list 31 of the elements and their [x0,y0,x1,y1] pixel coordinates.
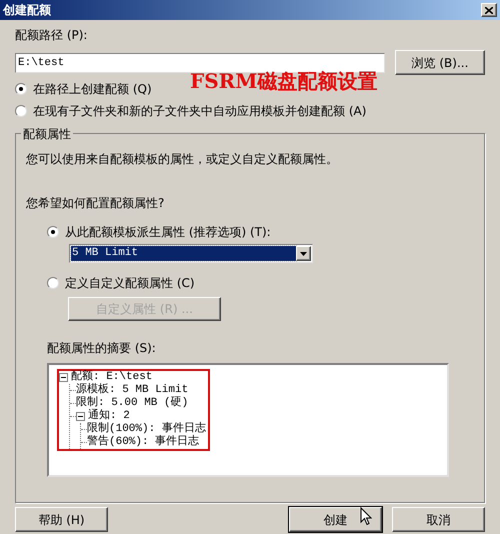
window-title: 创建配额 [3,2,51,19]
close-button[interactable] [481,3,497,17]
collapse-icon[interactable] [76,412,85,421]
tree-item: 源模板: 5 MB Limit [76,382,188,396]
radio-label[interactable]: 定义自定义配额属性 (C) [65,274,195,292]
summary-label: 配额属性的摘要 (S): [47,340,157,357]
radio-label[interactable]: 在路径上创建配额 (Q) [33,80,152,98]
dialog-button[interactable]: 帮助 (H) [15,507,108,532]
radio-button[interactable] [15,105,27,117]
question-text: 您希望如何配置配额属性? [26,195,166,212]
browse-button[interactable]: 浏览 (B)... [395,50,485,75]
tree-item: 通知: 2 [88,408,130,422]
radio-label[interactable]: 在现有子文件夹和新的子文件夹中自动应用模板并创建配额 (A) [33,102,366,120]
radio-label[interactable]: 从此配额模板派生属性 (推荐选项) (T): [65,223,271,241]
tree-item: 警告(60%): 事件日志 [87,434,200,450]
mouse-cursor-icon [360,507,372,526]
dialog-button[interactable]: 创建 [289,507,382,532]
path-label: 配额路径 (P): [15,27,88,44]
template-dropdown[interactable]: 5 MB Limit [69,244,313,263]
tree-item: 限制: 5.00 MB (硬) [76,395,188,410]
tree-item: 配额: E:\test [71,369,152,384]
description-text: 您可以使用来自配额模板的属性，或定义自定义配额属性。 [26,151,339,168]
tree-item: 限制(100%): 事件日志 [87,421,206,436]
radio-button[interactable] [15,83,27,95]
close-icon [485,6,493,14]
dropdown-value: 5 MB Limit [71,246,296,261]
dialog-button[interactable]: 取消 [392,507,485,532]
radio-button[interactable] [47,277,59,289]
group-title: 配额属性 [21,125,73,143]
radio-button[interactable] [47,226,59,238]
collapse-icon[interactable] [59,373,68,382]
